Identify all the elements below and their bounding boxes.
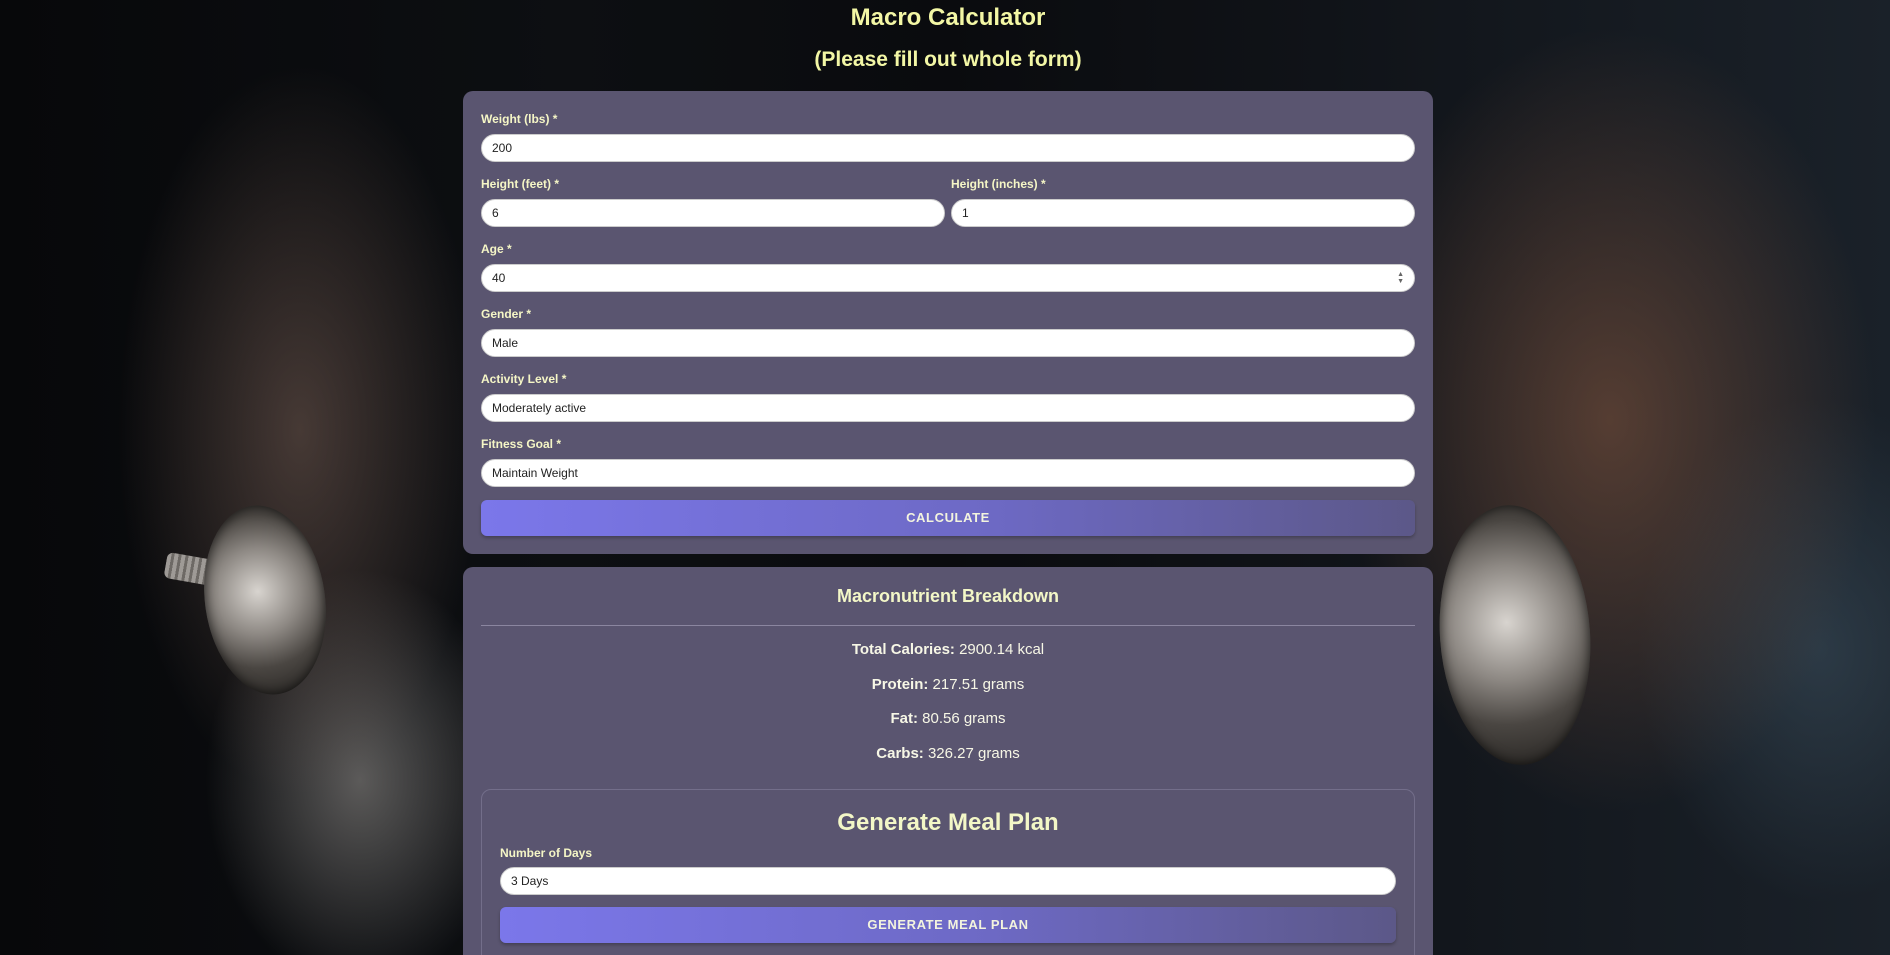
stat-protein: Protein: 217.51 grams bbox=[463, 676, 1433, 693]
height-inches-label: Height (inches) * bbox=[951, 177, 1046, 191]
stat-fat-label: Fat: bbox=[890, 710, 918, 727]
macro-form: Weight (lbs) * 200 Height (feet) * 6 Hei… bbox=[463, 91, 1433, 554]
generate-meal-plan-button[interactable]: GENERATE MEAL PLAN bbox=[500, 907, 1396, 943]
age-value: 40 bbox=[492, 271, 506, 285]
stat-calories: Total Calories: 2900.14 kcal bbox=[463, 641, 1433, 658]
stat-protein-value: 217.51 grams bbox=[932, 676, 1025, 693]
stat-calories-value: 2900.14 kcal bbox=[959, 641, 1045, 658]
meal-plan-section: Generate Meal Plan Number of Days 3 Days… bbox=[481, 789, 1415, 955]
number-of-days-select[interactable]: 3 Days bbox=[500, 867, 1396, 895]
height-feet-label: Height (feet) * bbox=[481, 177, 559, 191]
meal-plan-title: Generate Meal Plan bbox=[837, 809, 1059, 836]
page-title: Macro Calculator bbox=[850, 4, 1046, 31]
number-of-days-label: Number of Days bbox=[500, 846, 593, 860]
stat-protein-label: Protein: bbox=[871, 676, 929, 693]
stat-carbs-value: 326.27 grams bbox=[927, 745, 1020, 762]
height-inches-input[interactable]: 1 bbox=[951, 199, 1415, 227]
results-divider bbox=[481, 625, 1415, 626]
stat-carbs-label: Carbs: bbox=[876, 745, 924, 762]
height-feet-input[interactable]: 6 bbox=[481, 199, 945, 227]
page-subtitle: (Please fill out whole form) bbox=[814, 48, 1082, 71]
activity-level-select[interactable]: Moderately active bbox=[481, 394, 1415, 422]
age-label: Age * bbox=[481, 242, 512, 256]
age-input[interactable]: 40 ▲ ▼ bbox=[481, 264, 1415, 292]
stat-fat: Fat: 80.56 grams bbox=[463, 710, 1433, 727]
fitness-goal-label: Fitness Goal * bbox=[481, 437, 562, 451]
gender-select[interactable]: Male bbox=[481, 329, 1415, 357]
activity-level-label: Activity Level * bbox=[481, 372, 567, 386]
calculate-button[interactable]: CALCULATE bbox=[481, 500, 1415, 536]
weight-label: Weight (lbs) * bbox=[481, 112, 558, 126]
fitness-goal-select[interactable]: Maintain Weight bbox=[481, 459, 1415, 487]
stat-carbs: Carbs: 326.27 grams bbox=[463, 745, 1433, 762]
stat-fat-value: 80.56 grams bbox=[922, 710, 1006, 727]
age-stepper-icon[interactable]: ▲ ▼ bbox=[1397, 271, 1404, 285]
weight-input[interactable]: 200 bbox=[481, 134, 1415, 162]
gender-label: Gender * bbox=[481, 307, 532, 321]
results-title: Macronutrient Breakdown bbox=[836, 586, 1060, 606]
results-panel: Macronutrient Breakdown Total Calories: … bbox=[463, 567, 1433, 955]
stat-calories-label: Total Calories: bbox=[851, 641, 955, 658]
